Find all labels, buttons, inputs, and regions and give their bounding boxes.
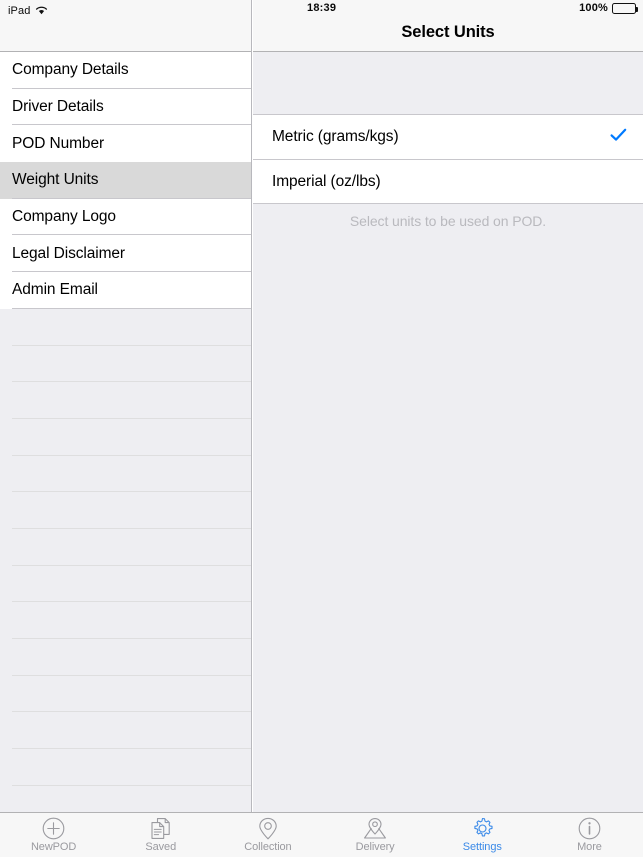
tab-newpod[interactable]: NewPOD [0, 813, 107, 857]
sidebar-empty-row [0, 418, 251, 456]
sidebar-empty-row [0, 382, 251, 419]
sidebar-item-label: POD Number [12, 134, 105, 152]
documents-icon [150, 817, 171, 840]
sidebar-navigation-bar [0, 0, 251, 52]
checkmark-icon [610, 128, 627, 147]
tab-settings[interactable]: Settings [429, 813, 536, 857]
sidebar-empty-row [0, 492, 251, 529]
settings-list[interactable]: Company Details Driver Details POD Number W… [0, 52, 251, 812]
tab-bar: NewPOD Saved Collection Delivery Settings Mor… [0, 812, 643, 857]
sidebar-item-label: Legal Disclaimer [12, 244, 125, 262]
option-row-imperial[interactable]: Imperial (oz/lbs) [253, 159, 643, 203]
sidebar-item-label: Admin Email [12, 281, 98, 299]
tab-label: More [577, 841, 602, 853]
sidebar-empty-row [0, 565, 251, 603]
tab-label: NewPOD [30, 841, 77, 853]
sidebar-empty-row [0, 602, 251, 639]
option-row-metric[interactable]: Metric (grams/kgs) [253, 115, 643, 159]
plus-circle-icon [42, 817, 65, 840]
ipad-app-screen: Company Details Driver Details POD Number W… [0, 0, 643, 857]
sidebar-item-weight-units[interactable]: Weight Units [0, 162, 251, 199]
sidebar-item-legal-disclaimer[interactable]: Legal Disclaimer [0, 235, 251, 273]
sidebar-item-pod-number[interactable]: POD Number [0, 125, 251, 163]
gear-icon [471, 817, 494, 840]
footer-note: Select units to be used on POD. [349, 213, 547, 229]
sidebar-empty-row [0, 785, 251, 812]
tab-label: Collection [244, 841, 292, 853]
tab-saved[interactable]: Saved [107, 813, 214, 857]
tab-label: Saved [145, 841, 177, 853]
tab-collection[interactable]: Collection [214, 813, 321, 857]
sidebar-item-driver-details[interactable]: Driver Details [0, 88, 251, 126]
sidebar-item-label: Weight Units [12, 171, 99, 189]
sidebar-empty-row [0, 528, 251, 566]
info-circle-icon [578, 817, 601, 840]
map-pin-route-icon [363, 817, 387, 840]
tab-label: Settings [462, 841, 502, 853]
settings-sidebar: Company Details Driver Details POD Number W… [0, 0, 252, 812]
sidebar-item-label: Company Details [12, 61, 129, 79]
sidebar-empty-row [0, 308, 251, 346]
map-pin-icon [258, 817, 278, 840]
page-title: Select Units [401, 23, 495, 41]
sidebar-empty-row [0, 675, 251, 713]
sidebar-item-label: Driver Details [12, 98, 104, 116]
sidebar-empty-row [0, 712, 251, 750]
detail-panel: Select Units Metric (grams/kgs) Imperial … [253, 0, 643, 812]
sidebar-empty-row [0, 749, 251, 786]
sidebar-empty-row [0, 639, 251, 676]
sidebar-empty-row [0, 455, 251, 493]
detail-body: Metric (grams/kgs) Imperial (oz/lbs) Sele… [253, 52, 643, 811]
sidebar-item-company-details[interactable]: Company Details [0, 52, 251, 89]
option-label: Metric (grams/kgs) [272, 128, 399, 145]
detail-navigation-bar: Select Units [253, 0, 643, 52]
tab-more[interactable]: More [536, 813, 643, 857]
sidebar-item-company-logo[interactable]: Company Logo [0, 198, 251, 236]
tab-delivery[interactable]: Delivery [322, 813, 429, 857]
sidebar-empty-row [0, 345, 251, 383]
units-options-group[interactable]: Metric (grams/kgs) Imperial (oz/lbs) [253, 114, 643, 204]
option-label: Imperial (oz/lbs) [272, 172, 381, 190]
sidebar-item-label: Company Logo [12, 208, 116, 226]
tab-label: Delivery [355, 841, 395, 853]
sidebar-item-admin-email[interactable]: Admin Email [0, 272, 251, 309]
